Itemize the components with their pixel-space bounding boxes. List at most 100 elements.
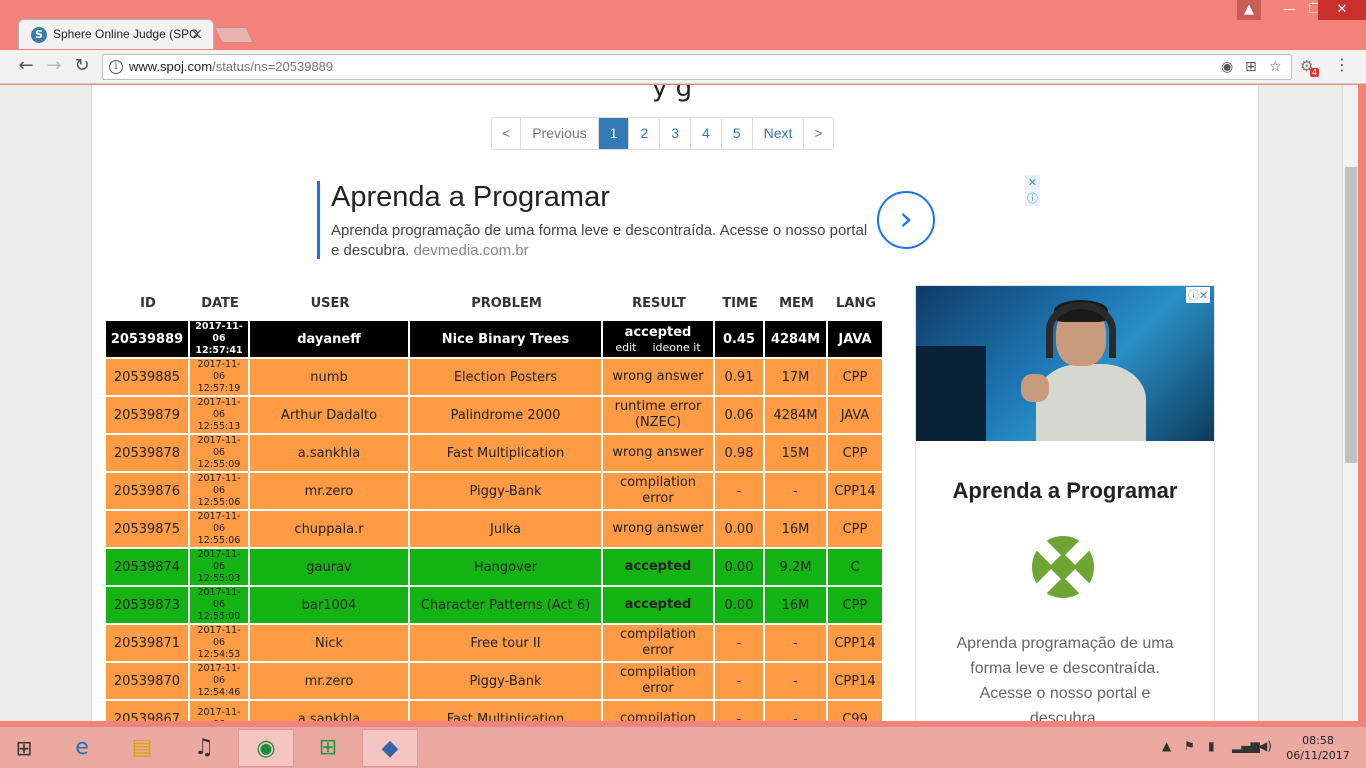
browser-tab[interactable]: S Sphere Online Judge (SPOJ) × bbox=[18, 19, 214, 49]
reload-icon[interactable]: ↻ bbox=[70, 56, 94, 76]
chrome-icon[interactable]: ◉ bbox=[238, 729, 294, 767]
row-problem[interactable]: Election Posters bbox=[410, 359, 603, 397]
header-problem[interactable]: PROBLEM bbox=[410, 285, 603, 321]
cookie-blocked-icon[interactable]: ◉ bbox=[1221, 59, 1233, 75]
ad-photo[interactable]: ⓘ✕ bbox=[916, 286, 1214, 441]
taskbar-clock[interactable]: 08:58 06/11/2017 bbox=[1286, 733, 1350, 763]
media-app-icon[interactable]: ♫ bbox=[176, 729, 232, 767]
pagination-page-2[interactable]: 2 bbox=[629, 118, 661, 149]
windows-start-icon[interactable]: ⊞ bbox=[0, 729, 48, 767]
row-problem[interactable]: Fast Multiplication bbox=[410, 435, 603, 473]
top-ad-domain[interactable]: devmedia.com.br bbox=[414, 242, 529, 259]
site-info-icon[interactable]: i bbox=[109, 60, 123, 74]
header-mem[interactable]: MEM bbox=[765, 285, 828, 321]
row-date: 2017-11-06 12:57:19 bbox=[190, 359, 250, 397]
browser-titlebar: S Sphere Online Judge (SPOJ) × ▲ — ❐ ✕ bbox=[0, 0, 1366, 50]
forward-arrow-icon[interactable]: → bbox=[42, 56, 66, 76]
ad-close-icon[interactable]: ✕ bbox=[1025, 175, 1040, 190]
pagination-last[interactable]: > bbox=[804, 118, 833, 149]
volume-icon[interactable]: ◀) bbox=[1258, 739, 1272, 753]
file-explorer-icon[interactable]: ▤ bbox=[114, 729, 170, 767]
pagination-page-5[interactable]: 5 bbox=[721, 118, 753, 149]
row-date-time: 12:54:46 bbox=[197, 687, 241, 698]
row-user[interactable]: a.sankhla bbox=[250, 435, 410, 473]
side-ad[interactable]: ⓘ✕ Aprenda a Programar Aprenda programaç… bbox=[915, 285, 1215, 721]
row-user[interactable]: a.sankhla bbox=[250, 701, 410, 721]
ad-arrow-icon[interactable]: › bbox=[877, 191, 935, 249]
header-time[interactable]: TIME bbox=[715, 285, 765, 321]
header-result[interactable]: RESULT bbox=[603, 285, 715, 321]
tray-expand-icon[interactable]: ▲ bbox=[1162, 739, 1171, 753]
action-center-flag-icon[interactable]: ⚑ bbox=[1184, 739, 1195, 753]
row-user[interactable]: bar1004 bbox=[250, 587, 410, 625]
status-table: ID DATE USER PROBLEM RESULT TIME MEM LAN… bbox=[106, 285, 884, 721]
row-problem[interactable]: Free tour II bbox=[410, 625, 603, 663]
row-user[interactable]: dayaneff bbox=[250, 321, 410, 359]
battery-icon[interactable]: ▮ bbox=[1208, 739, 1215, 753]
bookmark-star-icon[interactable]: ☆ bbox=[1269, 59, 1282, 75]
side-ad-title[interactable]: Aprenda a Programar bbox=[916, 478, 1214, 504]
back-arrow-icon[interactable]: ← bbox=[14, 56, 38, 76]
side-ad-close-icon[interactable]: ⓘ✕ bbox=[1186, 287, 1211, 303]
row-user[interactable]: numb bbox=[250, 359, 410, 397]
user-profile-icon[interactable]: ▲ bbox=[1237, 0, 1261, 20]
pagination-previous[interactable]: Previous bbox=[521, 118, 599, 149]
row-mem: - bbox=[765, 473, 828, 511]
pagination-page-1[interactable]: 1 bbox=[598, 118, 630, 149]
row-date: 2017-11-06 12:57:41 bbox=[190, 321, 250, 359]
pagination-next[interactable]: Next bbox=[752, 118, 805, 149]
close-window-button[interactable]: ✕ bbox=[1318, 0, 1366, 20]
translate-icon[interactable]: ⊞ bbox=[1245, 59, 1257, 75]
header-id[interactable]: ID bbox=[106, 285, 190, 321]
row-id: 20539867 bbox=[106, 701, 190, 721]
row-id: 20539878 bbox=[106, 435, 190, 473]
row-problem[interactable]: Julka bbox=[410, 511, 603, 549]
page-scrollbar[interactable] bbox=[1342, 85, 1358, 721]
row-user[interactable]: Arthur Dadalto bbox=[250, 397, 410, 435]
browser-menu-icon[interactable]: ⋮ bbox=[1334, 55, 1350, 74]
row-user[interactable]: chuppala.r bbox=[250, 511, 410, 549]
scrollbar-thumb[interactable] bbox=[1345, 167, 1357, 463]
row-actions: edit ideone it bbox=[607, 341, 709, 354]
row-problem[interactable]: Fast Multiplication bbox=[410, 701, 603, 721]
spoj-favicon-icon: S bbox=[31, 27, 47, 43]
edit-link[interactable]: edit bbox=[615, 341, 636, 354]
pagination-page-3[interactable]: 3 bbox=[660, 118, 692, 149]
row-problem[interactable]: Piggy-Bank bbox=[410, 663, 603, 701]
row-problem[interactable]: Hangover bbox=[410, 549, 603, 587]
row-user[interactable]: Nick bbox=[250, 625, 410, 663]
ad-info-icon[interactable]: ⓘ bbox=[1025, 191, 1040, 206]
row-lang: JAVA bbox=[828, 397, 884, 435]
virtualbox-icon[interactable]: ◆ bbox=[362, 729, 418, 767]
header-user[interactable]: USER bbox=[250, 285, 410, 321]
row-user[interactable]: mr.zero bbox=[250, 473, 410, 511]
top-ad-title[interactable]: Aprenda a Programar bbox=[331, 181, 610, 214]
row-user[interactable]: gaurav bbox=[250, 549, 410, 587]
store-icon[interactable]: ⊞ bbox=[300, 729, 356, 767]
header-lang[interactable]: LANG bbox=[828, 285, 884, 321]
row-lang: CPP bbox=[828, 435, 884, 473]
row-result: wrong answer bbox=[603, 435, 715, 473]
row-problem[interactable]: Piggy-Bank bbox=[410, 473, 603, 511]
row-result: compilation error bbox=[603, 663, 715, 701]
row-lang: CPP bbox=[828, 587, 884, 625]
row-problem[interactable]: Palindrome 2000 bbox=[410, 397, 603, 435]
row-mem: 16M bbox=[765, 587, 828, 625]
close-tab-icon[interactable]: × bbox=[190, 25, 203, 43]
pagination-first[interactable]: < bbox=[492, 118, 522, 149]
top-ad-banner[interactable]: Aprenda a Programar Aprenda programação … bbox=[317, 181, 937, 259]
pagination-page-4[interactable]: 4 bbox=[691, 118, 722, 149]
row-problem[interactable]: Character Patterns (Act 6) bbox=[410, 587, 603, 625]
header-date[interactable]: DATE bbox=[190, 285, 250, 321]
ideone-link[interactable]: ideone it bbox=[652, 341, 700, 354]
row-user[interactable]: mr.zero bbox=[250, 663, 410, 701]
internet-explorer-icon[interactable]: e bbox=[54, 729, 110, 767]
row-mem: 4284M bbox=[765, 321, 828, 359]
address-bar[interactable]: i www.spoj.com/status/ns=20539889 ◉ ⊞ ☆ bbox=[102, 54, 1292, 80]
row-problem[interactable]: Nice Binary Trees bbox=[410, 321, 603, 359]
new-tab-button[interactable] bbox=[214, 27, 254, 43]
row-result: accepted edit ideone it bbox=[603, 321, 715, 359]
row-mem: - bbox=[765, 625, 828, 663]
network-icon[interactable]: ▂▄▆ bbox=[1232, 739, 1260, 753]
row-lang: C bbox=[828, 549, 884, 587]
